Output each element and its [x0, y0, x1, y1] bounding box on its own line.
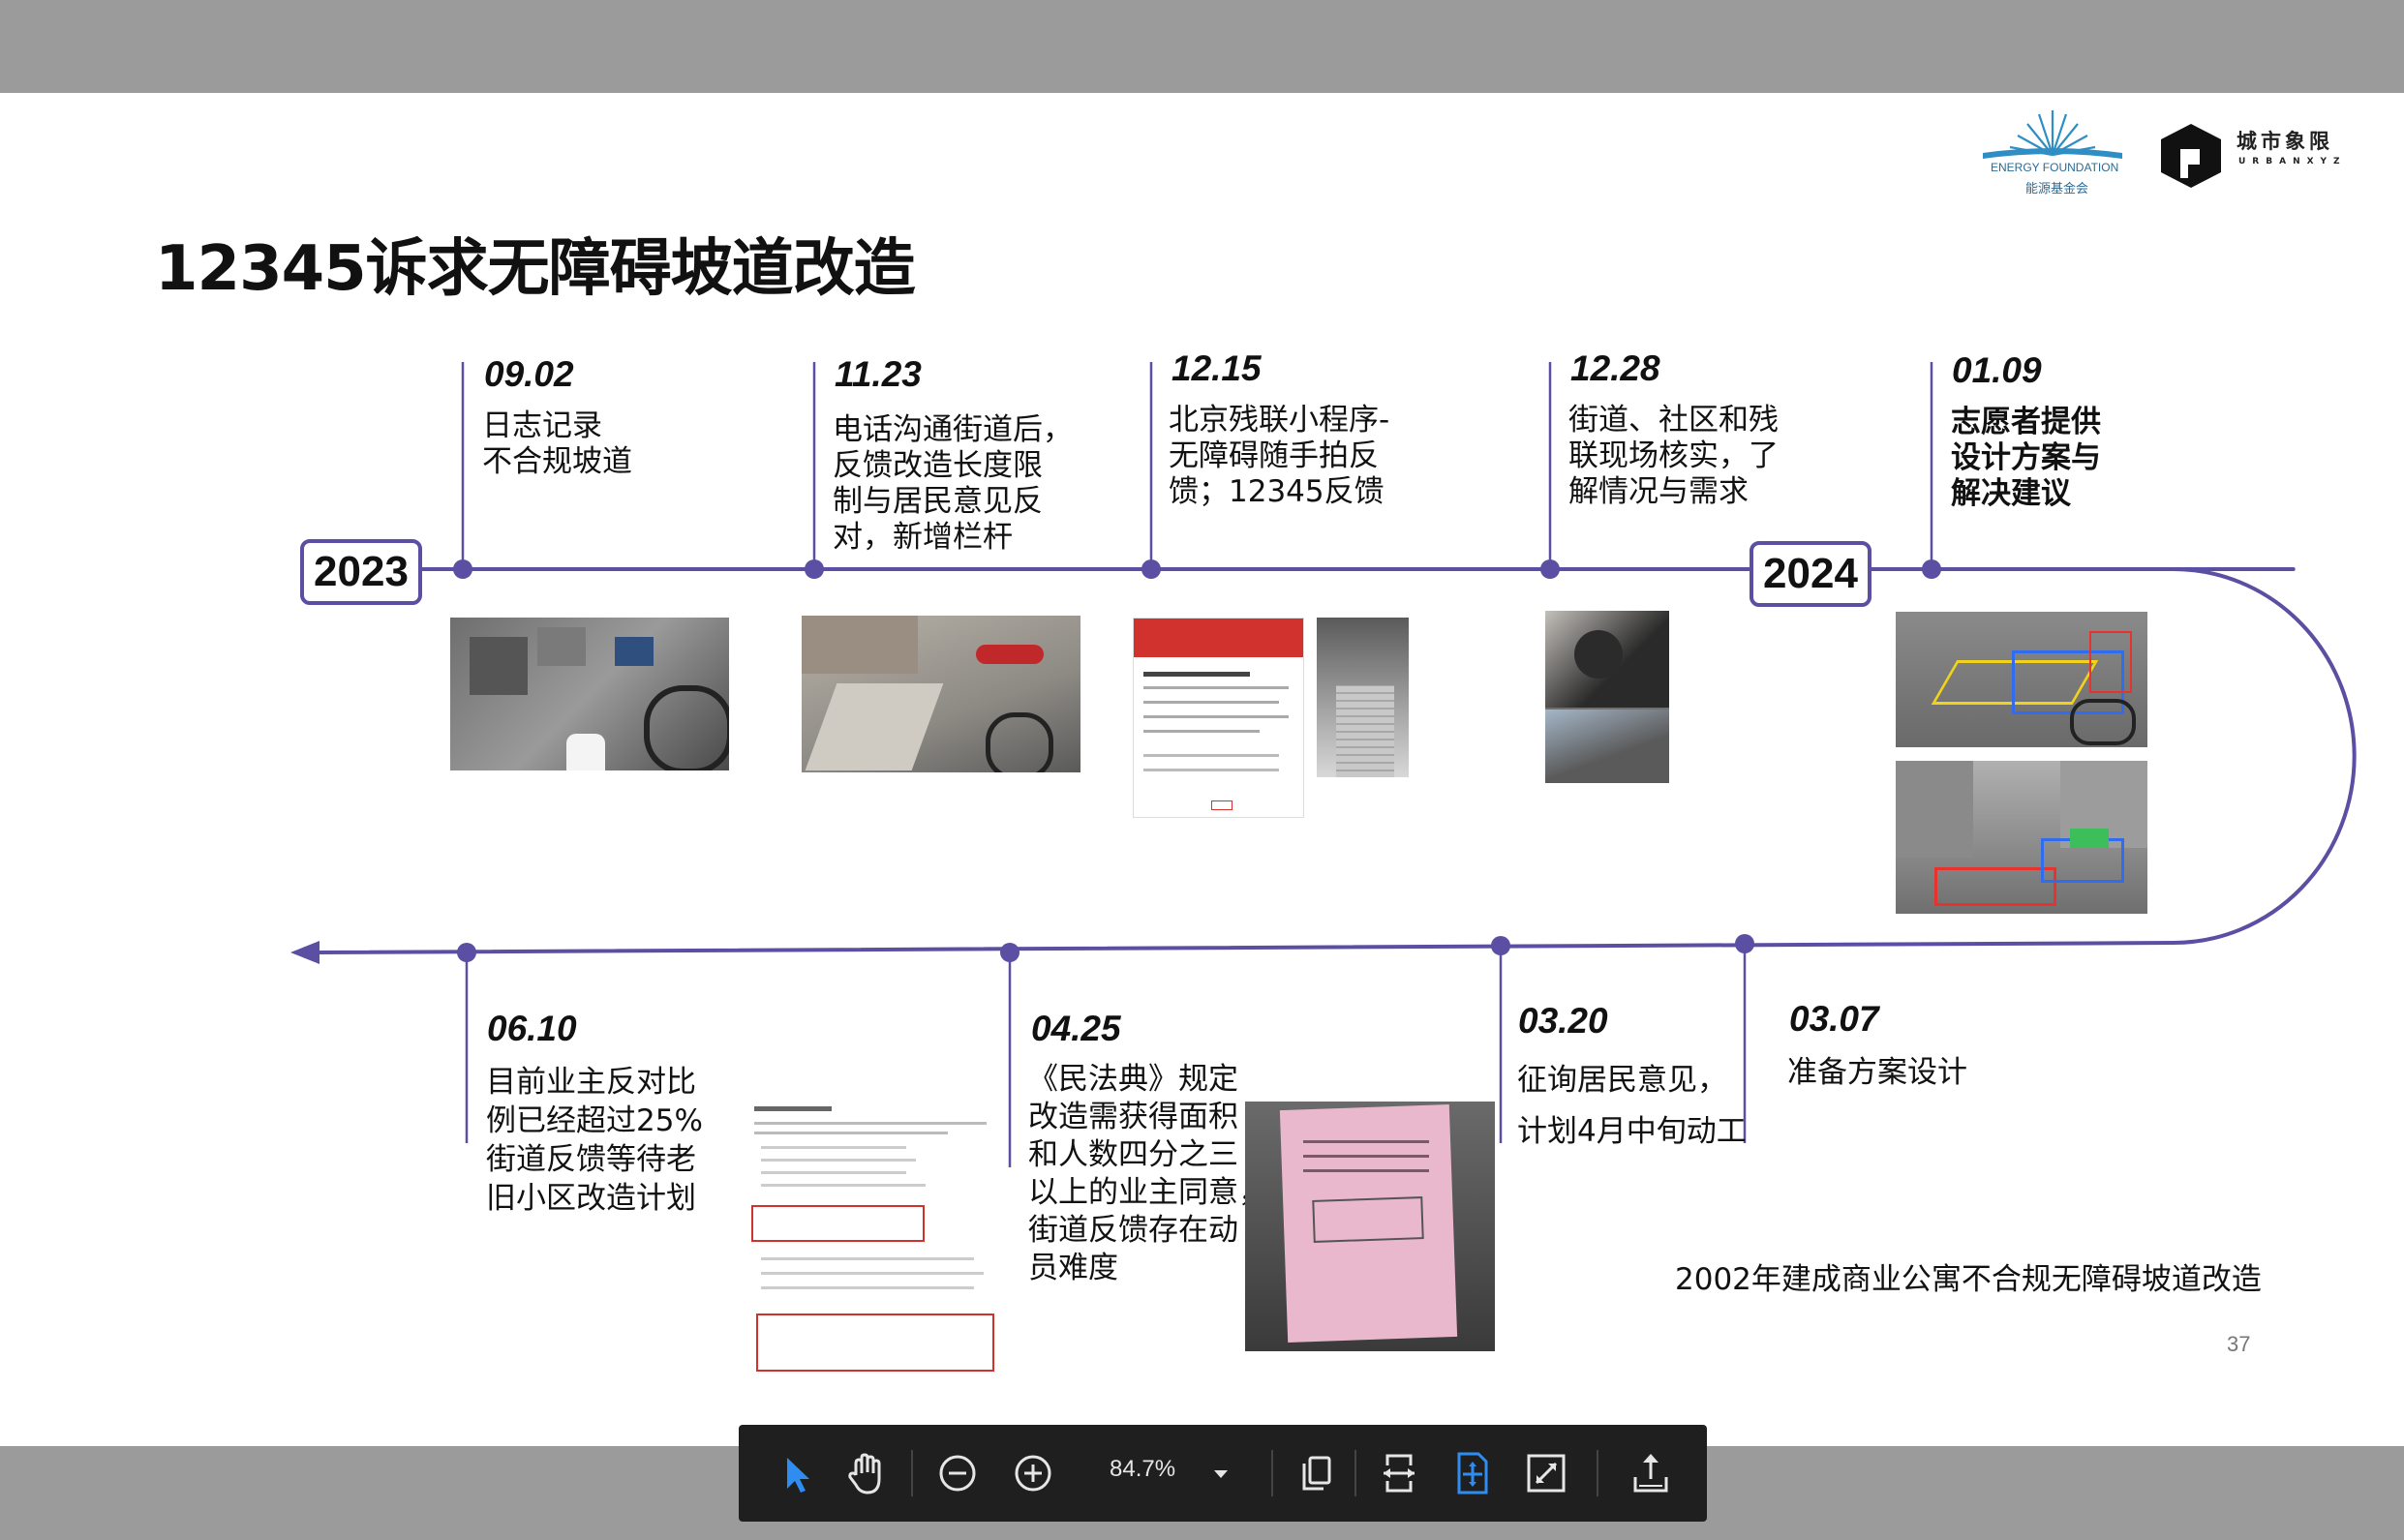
photo-non-compliant-ramp: [450, 618, 729, 770]
event-text: 街道、社区和残 联现场核实，了 解情况与需求: [1568, 403, 1779, 509]
hand-icon[interactable]: [838, 1446, 893, 1500]
photo-civil-code-document: [751, 1102, 999, 1374]
zoom-dropdown-icon[interactable]: [1202, 1454, 1240, 1493]
event-date: 01.09: [1952, 350, 2042, 390]
photo-app-feedback-screenshot: [1133, 618, 1304, 818]
event-date: 03.07: [1789, 999, 1879, 1039]
photo-resident-notice: [1245, 1102, 1495, 1351]
zoom-out-icon[interactable]: [930, 1446, 985, 1500]
event-date: 03.20: [1518, 1001, 1608, 1041]
toolbar-separator: [1354, 1450, 1356, 1496]
slide-caption: 2002年建成商业公寓不合规无障碍坡道改造: [1675, 1262, 2262, 1297]
event-text: 准备方案设计: [1787, 1055, 1967, 1090]
event-text: 目前业主反对比 例已经超过25% 街道反馈等待老 旧小区改造计划: [486, 1065, 703, 1216]
event-text: 《民法典》规定 改造需获得面积 和人数四分之三 以上的业主同意， 街道反馈存在动…: [1028, 1062, 1268, 1285]
photo-site-verification: [1545, 611, 1669, 783]
photo-design-plan-1: [1896, 612, 2147, 747]
zoom-level[interactable]: 84.7%: [1110, 1456, 1175, 1483]
fullscreen-icon[interactable]: [1519, 1446, 1573, 1500]
viewer-toolbar: 84.7%: [739, 1425, 1707, 1522]
fit-page-icon[interactable]: [1445, 1446, 1500, 1500]
toolbar-separator: [911, 1450, 913, 1496]
event-date: 12.28: [1570, 348, 1660, 388]
photo-design-plan-2: [1896, 761, 2147, 914]
timeline-arrowhead: [290, 941, 320, 964]
event-date: 11.23: [835, 354, 922, 394]
zoom-in-icon[interactable]: [1006, 1446, 1060, 1500]
event-date: 04.25: [1031, 1009, 1121, 1048]
event-date: 09.02: [484, 354, 574, 394]
event-date: 06.10: [487, 1009, 577, 1048]
event-text: 电话沟通街道后， 反馈改造长度限 制与居民意见反 对，新增栏杆: [833, 412, 1073, 555]
year-badge-2024: 2024: [1750, 541, 1871, 607]
toolbar-separator: [1597, 1450, 1598, 1496]
fit-width-icon[interactable]: [1372, 1446, 1426, 1500]
page-number: 37: [2227, 1332, 2251, 1356]
event-text: 日志记录 不合规坡道: [482, 408, 632, 479]
cursor-icon[interactable]: [766, 1446, 820, 1500]
photo-ramp-closeup: [1317, 618, 1409, 777]
event-text: 征询居民意见， 计划4月中旬动工: [1517, 1063, 1747, 1149]
photo-ramp-railing: [802, 616, 1080, 772]
event-text: 北京残联小程序- 无障碍随手拍反 馈；12345反馈: [1169, 403, 1390, 509]
copy-icon[interactable]: [1289, 1446, 1343, 1500]
share-icon[interactable]: [1624, 1446, 1678, 1500]
event-date: 12.15: [1172, 348, 1262, 388]
toolbar-separator: [1271, 1450, 1273, 1496]
slide: 12345诉求无障碍坡道改造 ENERGY FOUNDATION 能源基金会 城…: [0, 93, 2404, 1446]
event-text: 志愿者提供 设计方案与 解决建议: [1951, 405, 2101, 511]
year-badge-2023: 2023: [300, 539, 422, 605]
